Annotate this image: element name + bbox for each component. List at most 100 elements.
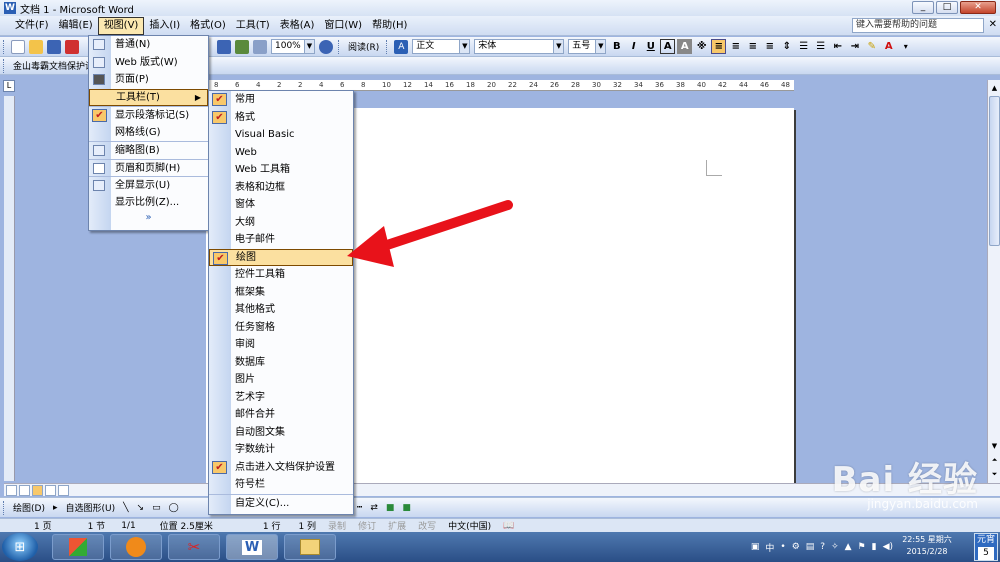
toolbar-grip[interactable] bbox=[3, 58, 6, 73]
view-toolbars-item[interactable]: 工具栏(T) ▶ bbox=[89, 88, 208, 106]
tray-help-icon[interactable]: ? bbox=[820, 542, 825, 552]
redo-icon[interactable] bbox=[217, 39, 231, 54]
reading-view-icon[interactable] bbox=[58, 484, 69, 496]
spelling-status-icon[interactable]: 📖 bbox=[497, 521, 520, 531]
extended-format-button[interactable]: ※ bbox=[694, 39, 709, 54]
decrease-indent-button[interactable]: ⇤ bbox=[830, 39, 845, 54]
3d-style-icon[interactable]: ■ bbox=[398, 503, 415, 513]
view-zoom-item[interactable]: 显示比例(Z)... bbox=[89, 194, 208, 212]
tray-settings-icon[interactable]: ⚙ bbox=[792, 542, 800, 552]
font-color-button[interactable]: A bbox=[881, 39, 896, 54]
toolbar-email-item[interactable]: 电子邮件 bbox=[209, 231, 353, 249]
toolbar-reviewing-item[interactable]: 审阅 bbox=[209, 336, 353, 354]
char-border-button[interactable]: A bbox=[660, 39, 676, 54]
font-select[interactable]: 宋体 ▼ bbox=[474, 39, 565, 54]
status-extend[interactable]: 扩展 bbox=[382, 519, 412, 532]
font-size-select[interactable]: 五号 ▼ bbox=[568, 39, 607, 54]
toolbar-options-icon[interactable]: ▾ bbox=[898, 39, 913, 54]
view-show-paragraph-item[interactable]: ✔ 显示段落标记(S) bbox=[89, 106, 208, 124]
taskbar-app-2-icon[interactable] bbox=[110, 534, 162, 560]
previous-page-icon[interactable]: ⏶ bbox=[989, 454, 1000, 466]
menu-tools[interactable]: 工具(T) bbox=[231, 17, 275, 35]
tray-display-icon[interactable]: ▤ bbox=[806, 542, 815, 552]
ime-indicator[interactable]: 中 bbox=[765, 541, 774, 554]
tray-app-icon[interactable]: ▣ bbox=[751, 542, 760, 552]
help-search-input[interactable]: 键入需要帮助的问题 bbox=[852, 18, 984, 33]
menu-window[interactable]: 窗口(W) bbox=[319, 17, 367, 35]
toolbar-other-formatting-item[interactable]: 其他格式 bbox=[209, 301, 353, 319]
menu-edit[interactable]: 编辑(E) bbox=[54, 17, 98, 35]
outline-view-icon[interactable] bbox=[45, 484, 56, 496]
shadow-style-icon[interactable]: ■ bbox=[382, 503, 399, 513]
web-view-icon[interactable] bbox=[19, 484, 30, 496]
toolbar-outline-item[interactable]: 大纲 bbox=[209, 214, 353, 232]
menu-format[interactable]: 格式(O) bbox=[185, 17, 231, 35]
distribute-button[interactable]: ≡ bbox=[762, 39, 777, 54]
toolbar-symbol-bar-item[interactable]: 符号栏 bbox=[209, 476, 353, 494]
underline-button[interactable]: U bbox=[643, 39, 658, 54]
toolbar-formatting-item[interactable]: ✔ 格式 bbox=[209, 109, 353, 127]
arrow-style-icon[interactable]: ⇄ bbox=[366, 503, 382, 513]
open-folder-icon[interactable] bbox=[29, 39, 43, 54]
menu-help[interactable]: 帮助(H) bbox=[367, 17, 412, 35]
toolbar-task-pane-item[interactable]: 任务窗格 bbox=[209, 319, 353, 337]
toolbar-grip[interactable] bbox=[3, 39, 6, 54]
vertical-ruler[interactable] bbox=[4, 96, 15, 481]
close-document-icon[interactable]: ✕ bbox=[989, 19, 997, 30]
autoshapes-button[interactable]: 自选图形(U) bbox=[61, 501, 119, 514]
drawing-icon[interactable] bbox=[235, 39, 249, 54]
tray-expand-icon[interactable]: ▲ bbox=[845, 542, 852, 552]
view-web-layout-item[interactable]: Web 版式(W) bbox=[89, 54, 208, 72]
print-view-icon[interactable] bbox=[32, 484, 43, 496]
line-tool-icon[interactable]: ╲ bbox=[119, 503, 132, 513]
toolbar-web-tools-item[interactable]: Web 工具箱 bbox=[209, 161, 353, 179]
toolbar-drawing-item[interactable]: ✔ 绘图 bbox=[209, 248, 353, 266]
toolbar-frames-item[interactable]: 框架集 bbox=[209, 284, 353, 302]
toolbar-mail-merge-item[interactable]: 邮件合并 bbox=[209, 406, 353, 424]
scroll-down-icon[interactable]: ▼ bbox=[989, 440, 1000, 452]
close-button[interactable]: ✕ bbox=[960, 1, 996, 14]
toolbar-visual-basic-item[interactable]: Visual Basic bbox=[209, 126, 353, 144]
toolbar-standard-item[interactable]: ✔ 常用 bbox=[209, 91, 353, 109]
toolbar-web-item[interactable]: Web bbox=[209, 144, 353, 162]
help-icon[interactable] bbox=[319, 39, 333, 54]
status-overtype[interactable]: 改写 bbox=[412, 519, 442, 532]
taskbar-snipping-icon[interactable]: ✂ bbox=[168, 534, 220, 560]
tray-network-icon[interactable]: ▮ bbox=[872, 542, 877, 552]
style-select[interactable]: 正文 ▼ bbox=[412, 39, 471, 54]
highlight-button[interactable]: ✎ bbox=[864, 39, 879, 54]
toolbar-doc-protection-item[interactable]: ✔ 点击进入文档保护设置 bbox=[209, 459, 353, 477]
read-mode-button[interactable]: 阅读(R) bbox=[344, 40, 383, 53]
justify-button[interactable]: ≡ bbox=[711, 39, 727, 54]
menu-view[interactable]: 视图(V) bbox=[97, 16, 145, 35]
line-spacing-button[interactable]: ⇕ bbox=[779, 39, 794, 54]
start-button[interactable]: ⊞ bbox=[2, 533, 38, 561]
toolbar-forms-item[interactable]: 窗体 bbox=[209, 196, 353, 214]
toolbar-database-item[interactable]: 数据库 bbox=[209, 354, 353, 372]
scroll-up-icon[interactable]: ▲ bbox=[989, 82, 1000, 94]
normal-view-icon[interactable] bbox=[6, 484, 17, 496]
ime-calendar-box[interactable]: 元宵 5 bbox=[974, 533, 998, 561]
draw-menu-button[interactable]: 绘图(D) bbox=[9, 501, 49, 514]
toolbar-grip[interactable] bbox=[386, 39, 389, 54]
char-shading-button[interactable]: A bbox=[677, 39, 693, 54]
arrow-tool-icon[interactable]: ↘ bbox=[133, 503, 149, 513]
oval-tool-icon[interactable]: ◯ bbox=[165, 503, 183, 513]
minimize-button[interactable]: _ bbox=[912, 1, 934, 14]
maximize-button[interactable]: □ bbox=[936, 1, 958, 14]
new-document-icon[interactable] bbox=[11, 39, 25, 54]
next-page-icon[interactable]: ⏷ bbox=[989, 468, 1000, 480]
menu-insert[interactable]: 插入(I) bbox=[144, 17, 185, 35]
view-thumbnails-item[interactable]: 缩略图(B) bbox=[89, 141, 208, 159]
toolbar-word-count-item[interactable]: 字数统计 bbox=[209, 441, 353, 459]
numbering-button[interactable]: ☰ bbox=[796, 39, 811, 54]
toolbar-wordart-item[interactable]: 艺术字 bbox=[209, 389, 353, 407]
dash-style-icon[interactable]: ┅ bbox=[353, 503, 366, 513]
clock[interactable]: 22:55 星期六 2015/2/28 bbox=[894, 534, 960, 558]
tray-flag-icon[interactable]: ⚑ bbox=[858, 542, 866, 552]
toolbar-tables-borders-item[interactable]: 表格和边框 bbox=[209, 179, 353, 197]
expand-menu-icon[interactable]: » bbox=[89, 211, 208, 225]
view-header-footer-item[interactable]: 页眉和页脚(H) bbox=[89, 158, 208, 177]
view-full-screen-item[interactable]: 全屏显示(U) bbox=[89, 176, 208, 194]
status-record[interactable]: 录制 bbox=[322, 519, 352, 532]
